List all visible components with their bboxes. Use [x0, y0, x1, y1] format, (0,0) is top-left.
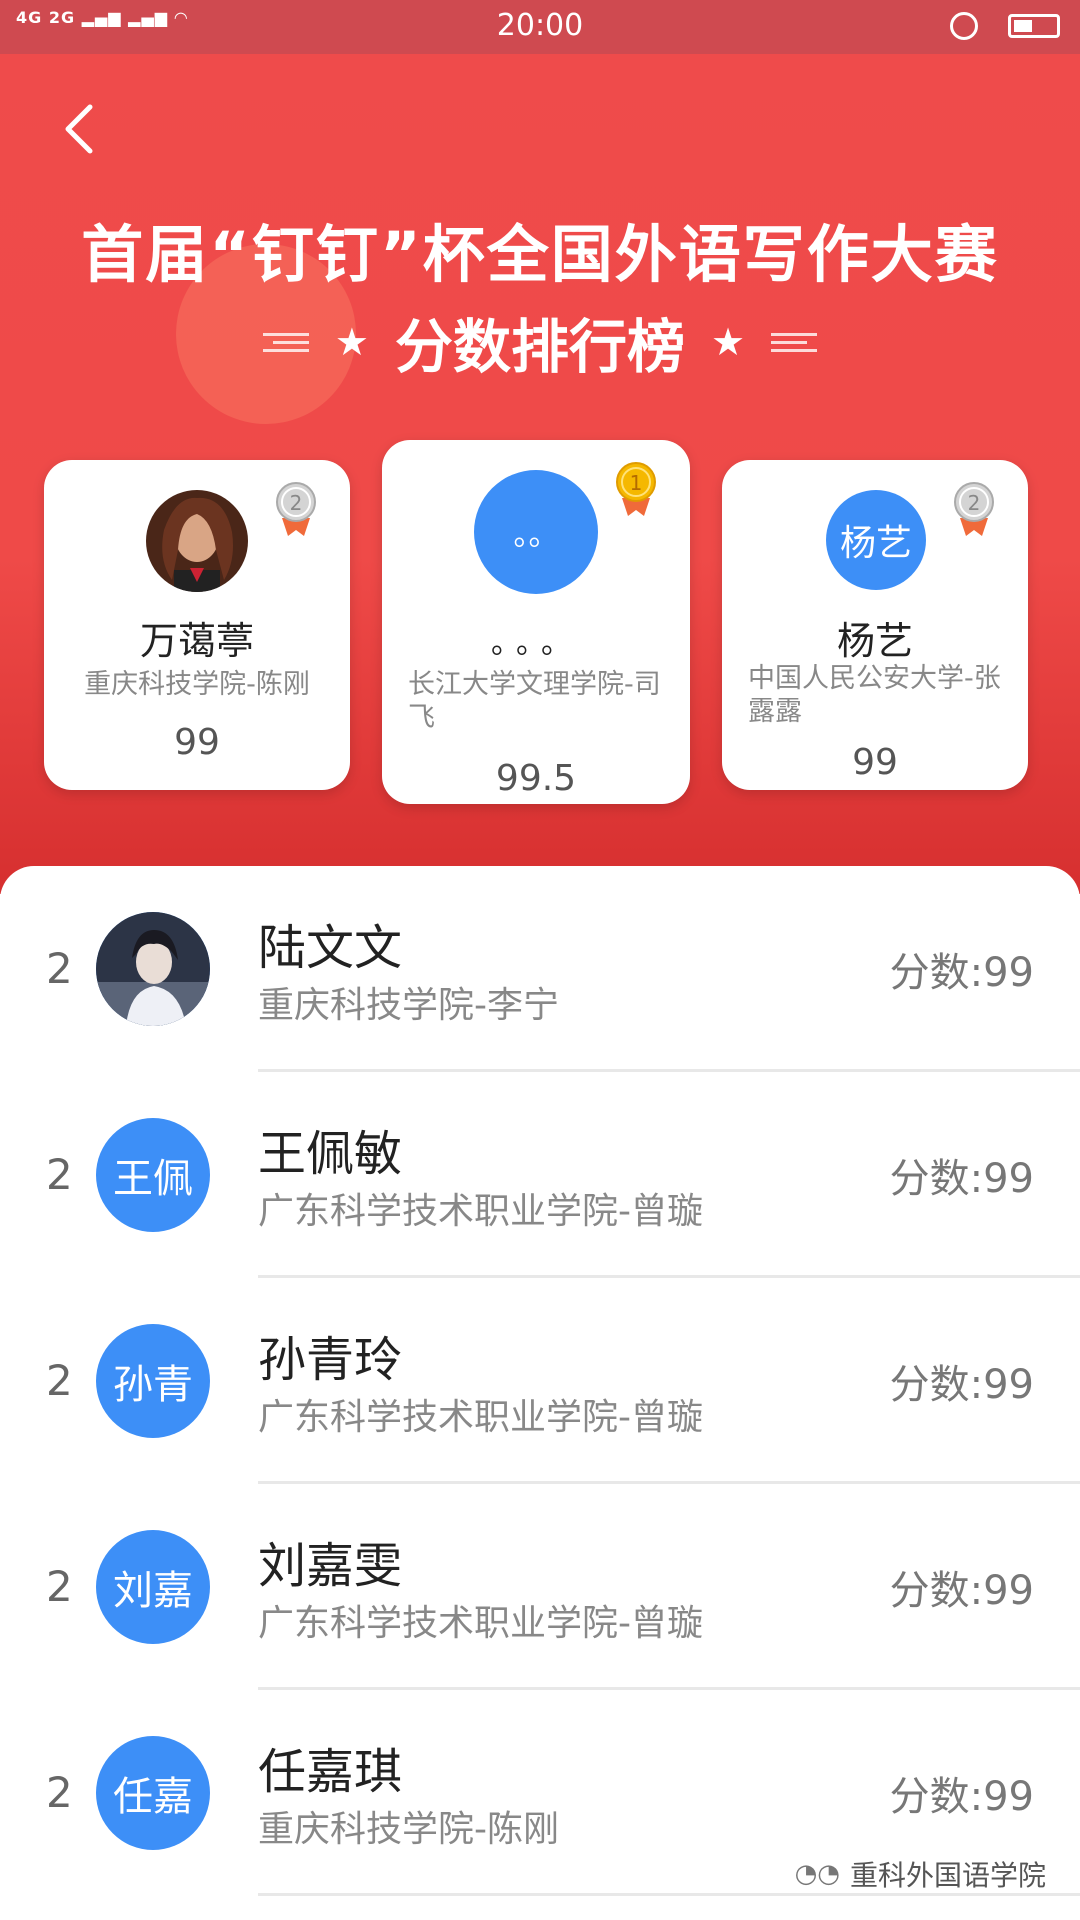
medal-rank: 2 — [968, 491, 981, 515]
participant-name: 刘嘉雯 — [258, 1538, 403, 1594]
gold-medal-icon: 1 — [616, 462, 656, 516]
star-icon: ★ — [334, 320, 369, 364]
wechat-icon: ◔◔ — [794, 1859, 840, 1889]
participant-score: 分数:99 — [889, 1156, 1034, 1202]
rank-number: 2 — [46, 944, 73, 993]
participant-name: 孙青玲 — [258, 1332, 403, 1388]
alarm-icon — [950, 12, 978, 40]
podium-name: 。。。 — [491, 626, 581, 661]
podium-name: 杨艺 — [836, 619, 913, 663]
participant-name: 陆文文 — [258, 920, 403, 976]
leaderboard-subtitle: 分数排行榜 — [394, 313, 685, 381]
watermark: ◔◔ 重科外国语学院 — [795, 1854, 1046, 1894]
avatar: 。。 — [474, 470, 598, 594]
podium-card-center[interactable]: 。。 1 。。。 长江大学文理学院-司飞 99.5 — [382, 440, 690, 804]
list-item[interactable]: 2 孙青 孙青玲 广东科学技术职业学院-曾璇 分数:99 — [0, 1278, 1080, 1484]
rank-number: 2 — [46, 1768, 73, 1817]
rank-number: 2 — [46, 1356, 73, 1405]
avatar: 刘嘉 — [96, 1530, 210, 1644]
podium-school: 长江大学文理学院-司飞 — [408, 669, 661, 733]
podium-score: 99.5 — [495, 758, 577, 799]
podium-score: 99 — [852, 742, 898, 783]
participant-school: 重庆科技学院-李宁 — [258, 985, 559, 1026]
leaderboard-subtitle-row: ★ 分数排行榜 ★ — [0, 300, 1080, 384]
status-bar: 4G 2G ▂▄▆ ▂▄▆ ◠ 20:00 — [0, 0, 1080, 54]
contest-title: 首届“钉钉”杯全国外语写作大赛 — [81, 218, 999, 291]
participant-school: 广东科学技术职业学院-曾璇 — [258, 1397, 703, 1438]
silver-medal-icon: 2 — [276, 482, 316, 536]
avatar: 杨艺 — [826, 490, 926, 590]
avatar — [146, 490, 248, 592]
speed-lines-left — [262, 328, 309, 357]
podium-name: 万蔼葶 — [139, 619, 254, 663]
silver-medal-icon: 2 — [954, 482, 994, 536]
medal-rank: 2 — [290, 491, 303, 515]
status-icons — [950, 10, 1060, 44]
participant-school: 重庆科技学院-陈刚 — [258, 1809, 559, 1850]
podium-card-right[interactable]: 杨艺 2 杨艺 中国人民公安大学-张露露 99 — [722, 460, 1028, 790]
speed-lines-right — [771, 328, 818, 357]
avatar — [96, 912, 210, 1026]
ranking-list: 2 陆文文 重庆科技学院-李宁 分数:99 2 王佩 王佩敏 广东科学技术职业学… — [0, 866, 1080, 1920]
participant-school: 广东科学技术职业学院-曾璇 — [258, 1603, 703, 1644]
participant-school: 广东科学技术职业学院-曾璇 — [258, 1191, 703, 1232]
podium-school: 重庆科技学院-陈刚 — [84, 669, 310, 700]
battery-icon — [1008, 14, 1060, 38]
participant-score: 分数:99 — [889, 1568, 1034, 1614]
rank-number: 2 — [46, 1562, 73, 1611]
podium-school: 中国人民公安大学-张露露 — [748, 663, 1001, 727]
avatar: 孙青 — [96, 1324, 210, 1438]
participant-score: 分数:99 — [889, 1774, 1034, 1820]
participant-name: 任嘉琪 — [258, 1744, 403, 1800]
watermark-text: 重科外国语学院 — [849, 1859, 1046, 1892]
list-item[interactable]: 2 王佩 王佩敏 广东科学技术职业学院-曾璇 分数:99 — [0, 1072, 1080, 1278]
star-icon: ★ — [711, 320, 746, 364]
avatar: 任嘉 — [96, 1736, 210, 1850]
podium-card-left[interactable]: 2 万蔼葶 重庆科技学院-陈刚 99 — [44, 460, 350, 790]
list-item[interactable]: 2 陆文文 重庆科技学院-李宁 分数:99 — [0, 866, 1080, 1072]
participant-score: 分数:99 — [889, 1362, 1034, 1408]
status-time: 20:00 — [496, 8, 584, 43]
participant-score: 分数:99 — [889, 950, 1034, 996]
avatar: 王佩 — [96, 1118, 210, 1232]
rank-number: 2 — [46, 1150, 73, 1199]
back-arrow-icon[interactable] — [52, 99, 112, 159]
list-item[interactable]: 2 刘嘉 刘嘉雯 广东科学技术职业学院-曾璇 分数:99 — [0, 1484, 1080, 1690]
participant-name: 王佩敏 — [258, 1126, 403, 1182]
podium-score: 99 — [174, 722, 220, 763]
medal-rank: 1 — [630, 471, 643, 495]
